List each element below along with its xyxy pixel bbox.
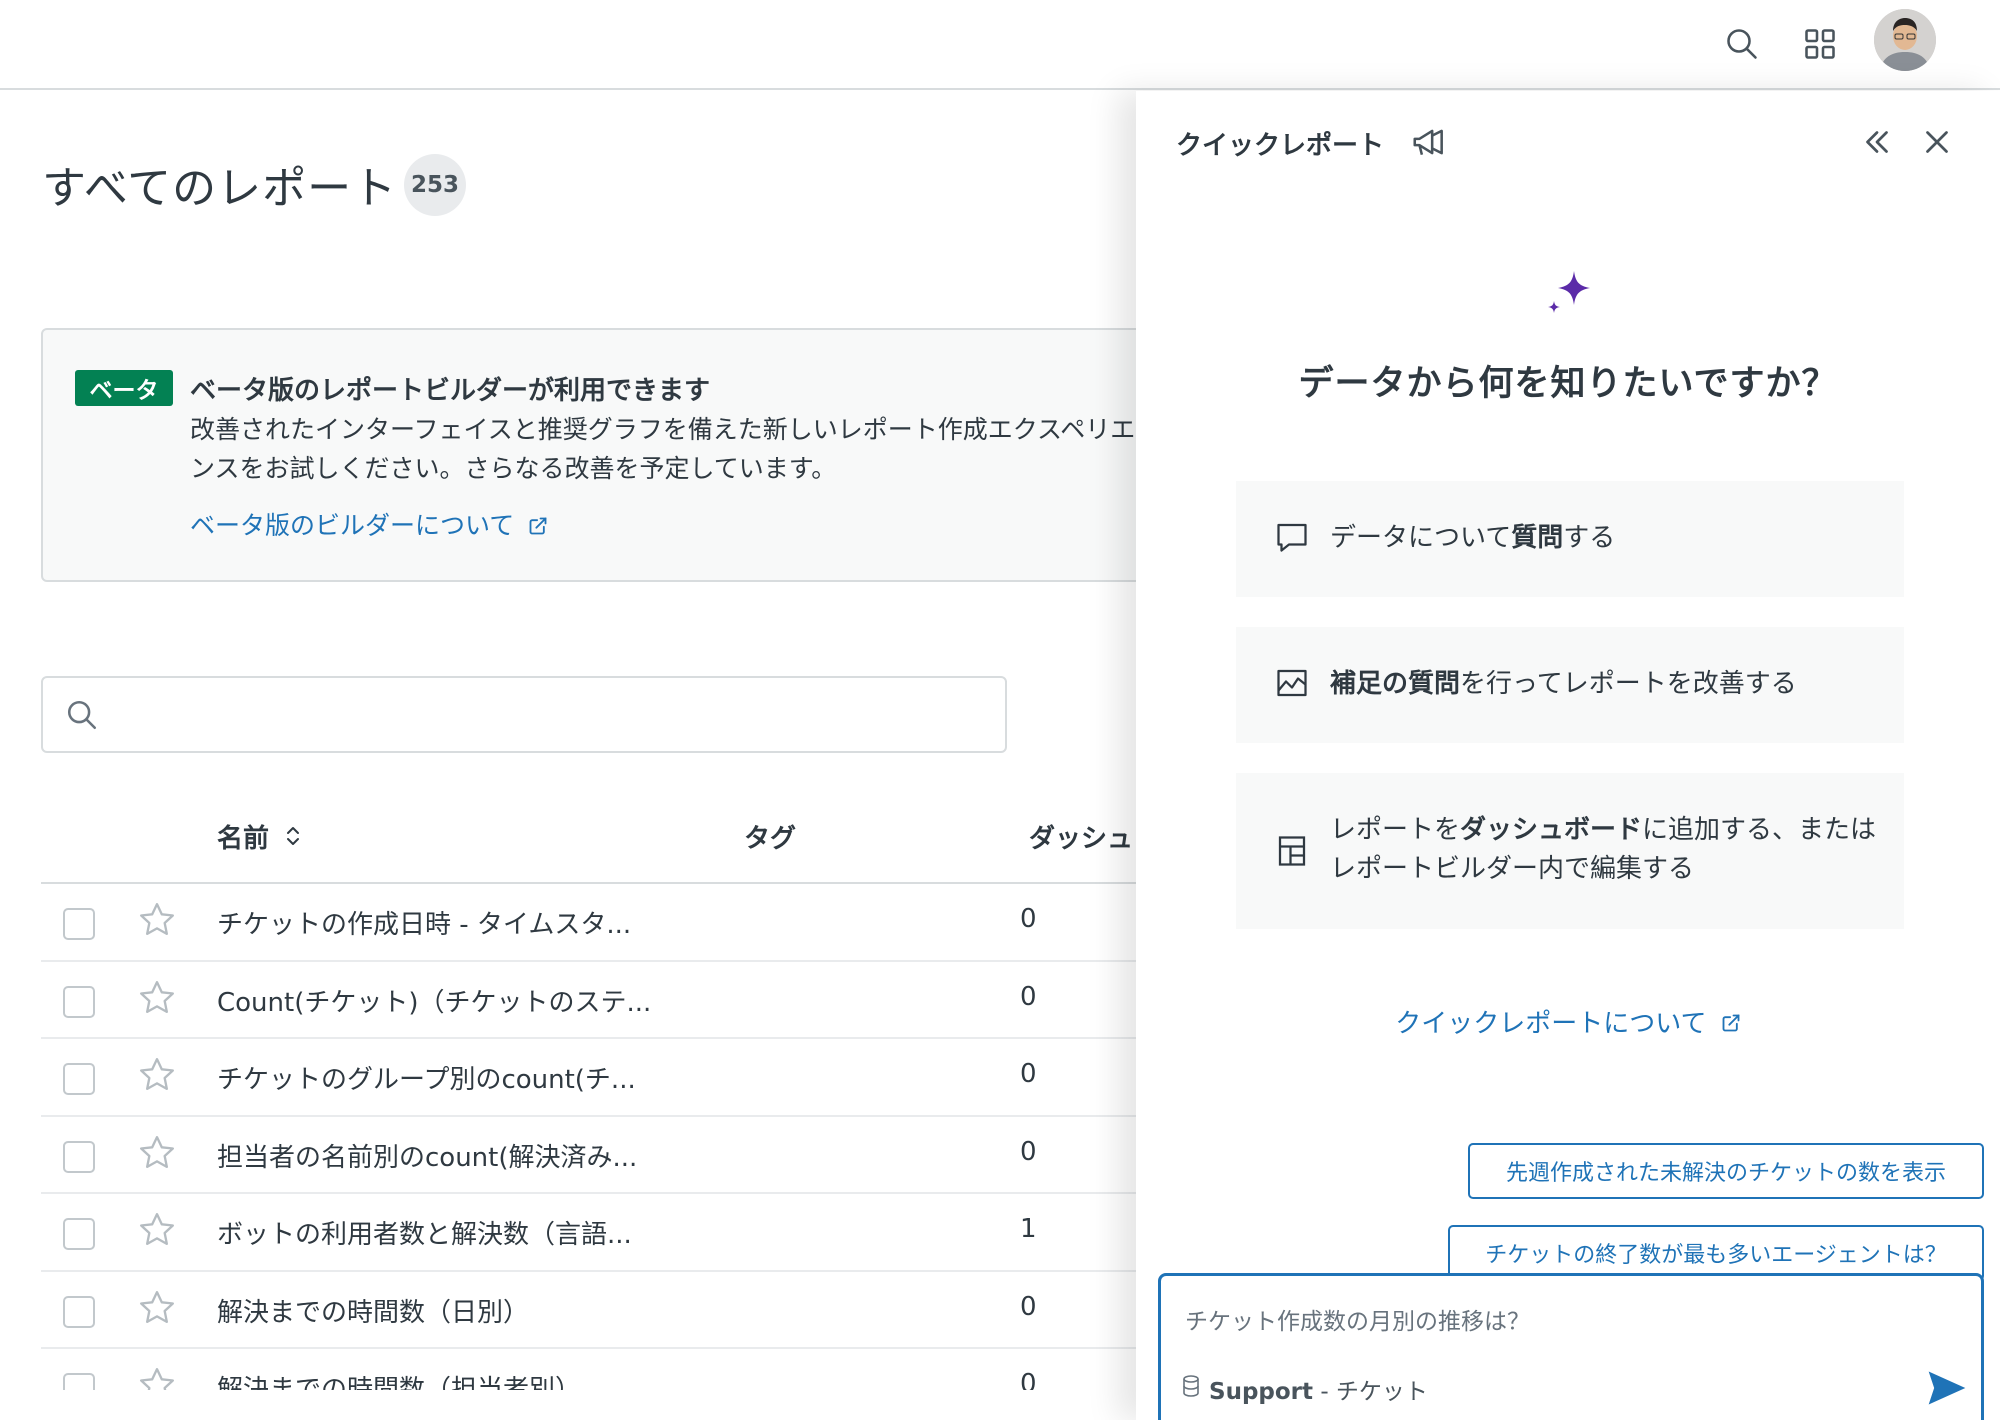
question-input[interactable]: チケット作成数の月別の推移は？ xyxy=(1185,1302,1530,1336)
feature-dashboard-text: レポートをダッシュボードに追加する、またはレポートビルダー内で編集する xyxy=(1330,815,1877,884)
column-name[interactable]: 名前 xyxy=(217,818,302,856)
sparkle-icon xyxy=(1544,269,1594,323)
page-title: すべてのレポート xyxy=(42,163,398,214)
close-panel-icon[interactable] xyxy=(1918,123,1956,165)
apps-grid-icon[interactable] xyxy=(1792,16,1848,72)
beta-builder-link[interactable]: ベータ版のビルダーについて xyxy=(190,506,548,542)
report-name[interactable]: チケットのグループ別のcount(チ... xyxy=(217,1059,636,1096)
beta-tag: ベータ xyxy=(75,370,173,406)
star-icon[interactable] xyxy=(137,1365,177,1390)
table-header: 名前 タグ ダッシュ xyxy=(41,800,1141,884)
layout-panels-icon xyxy=(1274,833,1310,873)
row-checkbox[interactable] xyxy=(63,908,95,940)
collapse-panel-icon[interactable] xyxy=(1858,123,1896,165)
report-count-badge: 253 xyxy=(404,154,466,216)
row-checkbox[interactable] xyxy=(63,1373,95,1390)
column-dashboard[interactable]: ダッシュ xyxy=(1029,818,1133,855)
beta-title: ベータ版のレポートビルダーが利用できます xyxy=(190,376,711,406)
column-tags[interactable]: タグ xyxy=(744,818,796,855)
dashboard-count: 0 xyxy=(1020,904,1037,934)
external-link-icon xyxy=(528,513,548,542)
feature-ask-question-text: データについて質問する xyxy=(1330,523,1616,553)
star-icon[interactable] xyxy=(137,1210,177,1254)
top-bar xyxy=(0,0,2000,90)
about-quick-report-label: クイックレポートについて xyxy=(1395,1009,1707,1039)
beta-description-line2: ンスをお試しください。さらなる改善を予定しています。 xyxy=(190,454,837,483)
quick-report-panel: クイックレポート データから何を知りたいですか？ データについて質問する 補足の… xyxy=(1136,91,2000,1420)
table-row[interactable]: チケットの作成日時 - タイムスタ... 0 xyxy=(41,884,1141,962)
search-icon[interactable] xyxy=(1714,16,1770,72)
row-checkbox[interactable] xyxy=(63,1218,95,1250)
star-icon[interactable] xyxy=(137,1055,177,1099)
data-source-selector[interactable]: Support - チケット xyxy=(1181,1372,1428,1406)
report-name[interactable]: Count(チケット)（チケットのステ... xyxy=(217,982,651,1019)
table-row[interactable]: 解決までの時間数（日別） 0 xyxy=(41,1272,1141,1349)
feature-ask-question: データについて質問する xyxy=(1236,481,1904,597)
search-icon xyxy=(65,698,99,736)
megaphone-icon[interactable] xyxy=(1410,123,1448,165)
question-composer: チケット作成数の月別の推移は？ Support - チケット xyxy=(1158,1273,1984,1420)
report-name[interactable]: チケットの作成日時 - タイムスタ... xyxy=(217,904,631,941)
beta-description: 改善されたインターフェイスと推奨グラフを備えた新しいレポート作成エクスペリエ ン… xyxy=(190,410,1190,488)
report-name[interactable]: 解決までの時間数（担当者別） xyxy=(217,1369,581,1390)
feature-follow-up: 補足の質問を行ってレポートを改善する xyxy=(1236,627,1904,743)
star-icon[interactable] xyxy=(137,900,177,944)
report-name[interactable]: 解決までの時間数（日別） xyxy=(217,1292,529,1329)
report-table-body: チケットの作成日時 - タイムスタ... 0 Count(チケット)（チケットの… xyxy=(41,884,1141,1390)
database-icon xyxy=(1181,1374,1201,1404)
report-search-box xyxy=(41,676,1007,753)
column-name-label: 名前 xyxy=(217,824,270,854)
panel-title: クイックレポート xyxy=(1176,131,1385,161)
row-checkbox[interactable] xyxy=(63,985,95,1018)
row-checkbox[interactable] xyxy=(63,1063,95,1095)
panel-headline: データから何を知りたいですか？ xyxy=(1298,364,1838,404)
beta-builder-link-label: ベータ版のビルダーについて xyxy=(190,511,515,540)
table-row[interactable]: Count(チケット)（チケットのステ... 0 xyxy=(41,962,1141,1039)
data-source-label: Support - チケット xyxy=(1209,1379,1428,1405)
external-link-icon xyxy=(1721,1010,1741,1040)
report-name[interactable]: ボットの利用者数と解決数（言語... xyxy=(217,1214,632,1251)
table-row[interactable]: 担当者の名前別のcount(解決済み... 0 xyxy=(41,1117,1141,1194)
star-icon[interactable] xyxy=(137,1133,177,1177)
table-row[interactable]: 解決までの時間数（担当者別） 0 xyxy=(41,1349,1141,1390)
feature-follow-up-text: 補足の質問を行ってレポートを改善する xyxy=(1330,669,1797,699)
chat-bubble-icon xyxy=(1274,519,1310,559)
suggestion-chip[interactable]: 先週作成された未解決のチケットの数を表示 xyxy=(1468,1143,1984,1199)
beta-banner: ベータ ベータ版のレポートビルダーが利用できます 改善されたインターフェイスと推… xyxy=(41,328,1221,582)
table-row[interactable]: チケットのグループ別のcount(チ... 0 xyxy=(41,1039,1141,1117)
about-quick-report-link[interactable]: クイックレポートについて xyxy=(1136,1003,2000,1040)
dashboard-count: 0 xyxy=(1020,1136,1037,1167)
report-search-input[interactable] xyxy=(123,690,983,740)
chart-icon xyxy=(1274,665,1310,705)
row-checkbox[interactable] xyxy=(63,1140,95,1173)
star-icon[interactable] xyxy=(137,1288,177,1332)
beta-description-line1: 改善されたインターフェイスと推奨グラフを備えた新しいレポート作成エクスペリエ xyxy=(190,415,1136,444)
table-row[interactable]: ボットの利用者数と解決数（言語... 1 xyxy=(41,1194,1141,1272)
dashboard-count: 0 xyxy=(1020,1369,1037,1390)
send-icon[interactable] xyxy=(1925,1366,1969,1414)
dashboard-count: 0 xyxy=(1020,1059,1037,1089)
dashboard-count: 0 xyxy=(1020,1291,1037,1322)
row-checkbox[interactable] xyxy=(63,1295,95,1328)
feature-dashboard: レポートをダッシュボードに追加する、またはレポートビルダー内で編集する xyxy=(1236,773,1904,929)
report-name[interactable]: 担当者の名前別のcount(解決済み... xyxy=(217,1137,637,1174)
sort-icon xyxy=(284,823,302,856)
star-icon[interactable] xyxy=(137,978,177,1022)
dashboard-count: 0 xyxy=(1020,981,1037,1012)
dashboard-count: 1 xyxy=(1020,1214,1037,1244)
user-avatar[interactable] xyxy=(1874,9,1936,71)
